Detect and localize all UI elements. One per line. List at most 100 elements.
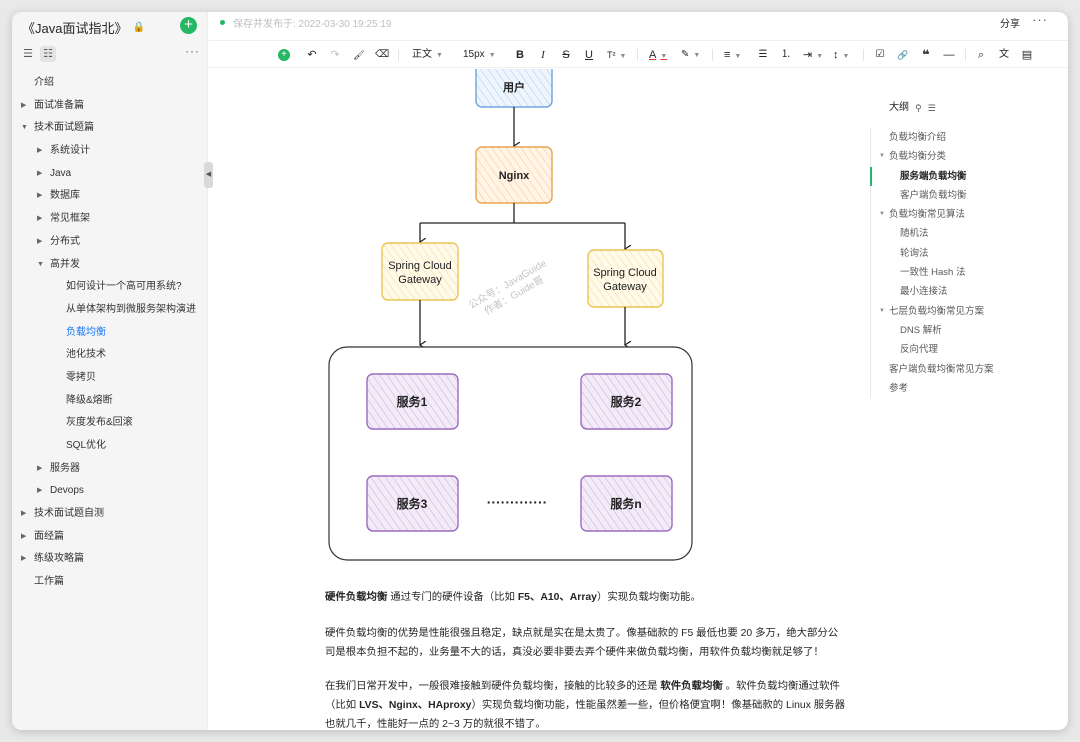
list-view-icon[interactable]: ☰	[20, 46, 36, 62]
sidebar-item[interactable]: ▶ 面试准备篇	[12, 95, 208, 118]
save-template-icon[interactable]: ▤	[1021, 47, 1033, 63]
sidebar-item[interactable]: SQL优化	[12, 435, 208, 458]
outline-item[interactable]: 负载均衡介绍	[871, 128, 1060, 147]
outline-item[interactable]: ▼ 负载均衡分类	[871, 147, 1060, 166]
sidebar-item[interactable]: ▶ Devops	[12, 480, 208, 503]
sidebar-item-label: 服务器	[50, 462, 80, 474]
sidebar-item[interactable]: 池化技术	[12, 344, 208, 367]
more-menu-button[interactable]: ···	[1032, 12, 1048, 27]
caret-right-icon[interactable]: ▶	[37, 480, 42, 503]
line-height-select[interactable]: ↕ ▼	[833, 47, 849, 63]
sidebar-item[interactable]: ▶ 面经篇	[12, 526, 208, 549]
find-icon[interactable]: ⌕	[975, 47, 987, 63]
align-select[interactable]: ≡ ▼	[724, 47, 741, 63]
bold-button[interactable]: B	[514, 47, 526, 63]
font-size-select[interactable]: 15px ▼	[463, 47, 496, 63]
quote-icon[interactable]: ❝	[920, 47, 932, 63]
format-painter-icon[interactable]: 🖌	[352, 47, 366, 63]
redo-icon[interactable]: ↷	[328, 47, 342, 63]
outline-item[interactable]: 反向代理	[871, 340, 1060, 359]
caret-down-icon[interactable]: ▼	[37, 254, 44, 277]
caret-right-icon[interactable]: ▶	[37, 208, 42, 231]
outline-item[interactable]: 最小连接法	[871, 282, 1060, 301]
pin-icon[interactable]: ⚲	[915, 100, 922, 116]
p1-text-a: 通过专门的硬件设备（比如	[387, 592, 518, 603]
caret-right-icon[interactable]: ▶	[37, 231, 42, 254]
sidebar-item[interactable]: ▼ 技术面试题篇	[12, 117, 208, 140]
sidebar-item[interactable]: ▶ 数据库	[12, 185, 208, 208]
sidebar-item[interactable]: 灰度发布&回滚	[12, 412, 208, 435]
user-label: 用户	[503, 80, 525, 94]
ordered-list-icon[interactable]: ⒈	[780, 47, 792, 63]
share-button[interactable]: 分享	[1000, 15, 1020, 30]
caret-right-icon[interactable]: ▶	[37, 185, 42, 208]
outline-item[interactable]: 随机法	[871, 224, 1060, 243]
sidebar-item[interactable]: ▶ Java	[12, 163, 208, 186]
sidebar-item[interactable]: ▶ 常见框架	[12, 208, 208, 231]
underline-button[interactable]: U	[583, 47, 595, 63]
outline-item[interactable]: DNS 解析	[871, 321, 1060, 340]
undo-icon[interactable]: ↶	[305, 47, 319, 63]
tree-view-icon[interactable]: ☷	[40, 46, 56, 62]
sidebar-item[interactable]: ▶ 服务器	[12, 458, 208, 481]
sidebar-more-button[interactable]: ···	[185, 44, 200, 58]
insert-button[interactable]: +	[278, 49, 290, 61]
caret-right-icon[interactable]: ▶	[37, 458, 42, 481]
link-icon[interactable]: 🔗	[897, 47, 909, 63]
translate-icon[interactable]: 文	[998, 47, 1010, 63]
sidebar-item-label: SQL优化	[66, 440, 107, 451]
caret-right-icon[interactable]: ▶	[21, 95, 26, 118]
clear-format-icon[interactable]: ⌫	[375, 47, 389, 63]
caret-right-icon[interactable]: ▶	[37, 163, 42, 186]
indent-select[interactable]: ⇥ ▼	[803, 47, 823, 63]
outline-item[interactable]: ▼ 负载均衡常见算法	[871, 205, 1060, 224]
highlight-select[interactable]: ✎ ▼	[681, 47, 700, 63]
sidebar-item[interactable]: ▶ 技术面试题自测	[12, 503, 208, 526]
caret-right-icon[interactable]: ▶	[21, 548, 26, 571]
horizontal-rule-icon[interactable]: —	[943, 47, 955, 63]
sidebar-item[interactable]: ▼ 高并发	[12, 254, 208, 277]
bullet-list-icon[interactable]: ☰	[757, 47, 769, 63]
outline-item[interactable]: ▼ 七层负载均衡常见方案	[871, 302, 1060, 321]
sidebar-collapse-handle[interactable]: ◀	[204, 162, 213, 188]
font-color-select[interactable]: A ▼	[649, 47, 667, 63]
outline-item[interactable]: 客户端负载均衡	[871, 186, 1060, 205]
outline-item[interactable]: 一致性 Hash 法	[871, 263, 1060, 282]
sidebar-item[interactable]: ▶ 分布式	[12, 231, 208, 254]
sidebar-item[interactable]: 零拷贝	[12, 367, 208, 390]
sidebar-item[interactable]: 介绍	[12, 72, 208, 95]
outline-item-label: 一致性 Hash 法	[900, 267, 966, 279]
task-list-icon[interactable]: ☑	[874, 47, 886, 63]
chevron-down-icon: ▼	[619, 53, 627, 60]
caret-down-icon[interactable]: ▼	[879, 205, 885, 224]
paragraph-style-select[interactable]: 正文 ▼	[412, 47, 443, 63]
outline-item[interactable]: 客户端负载均衡常见方案	[871, 360, 1060, 379]
caret-down-icon[interactable]: ▼	[879, 302, 885, 321]
sidebar-item[interactable]: ▶ 系统设计	[12, 140, 208, 163]
caret-right-icon[interactable]: ▶	[37, 140, 42, 163]
caret-down-icon[interactable]: ▼	[21, 117, 28, 140]
outline-item[interactable]: 服务端负载均衡	[870, 166, 1060, 186]
outline-header: 大纲 ⚲ ☰	[870, 100, 1060, 116]
outline-item[interactable]: 轮询法	[871, 244, 1060, 263]
sidebar-item[interactable]: 工作篇	[12, 571, 208, 594]
caret-down-icon[interactable]: ▼	[879, 147, 885, 166]
strikethrough-button[interactable]: S	[560, 47, 572, 63]
sidebar-item[interactable]: 从单体架构到微服务架构演进	[12, 299, 208, 322]
sidebar-item[interactable]: 如何设计一个高可用系统?	[12, 276, 208, 299]
service-3-label: 服务3	[397, 496, 428, 511]
italic-button[interactable]: I	[537, 47, 549, 63]
outline-item[interactable]: 参考	[871, 379, 1060, 398]
superscript-select[interactable]: T² ▼	[607, 47, 626, 63]
sidebar-item[interactable]: ▶ 练级攻略篇	[12, 548, 208, 571]
caret-right-icon[interactable]: ▶	[21, 526, 26, 549]
add-doc-button[interactable]: +	[180, 17, 197, 34]
sidebar-item[interactable]: 负载均衡	[12, 322, 208, 345]
nginx-label: Nginx	[499, 170, 530, 182]
sidebar-item[interactable]: 降级&熔断	[12, 390, 208, 413]
app-window: 《Java面试指北》 🔒 + ☰ ☷ ··· 介绍 ▶ 面试准备篇 ▼ 技术面试题篇 ▶ 系…	[12, 12, 1068, 730]
book-title[interactable]: 《Java面试指北》 🔒	[22, 18, 145, 37]
sidebar-item-label: 系统设计	[50, 145, 90, 157]
caret-right-icon[interactable]: ▶	[21, 503, 26, 526]
outline-list-icon[interactable]: ☰	[928, 100, 936, 116]
